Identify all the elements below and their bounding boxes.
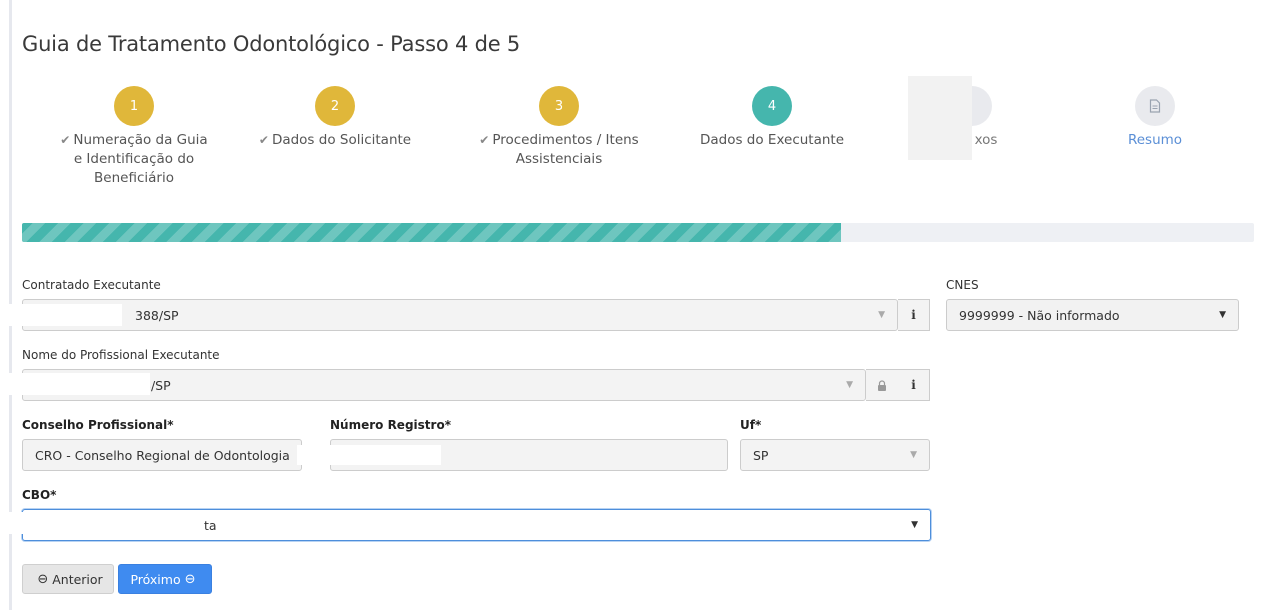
dropdown-arrow-icon: ▼ — [878, 310, 885, 320]
step-2-circle: 2 — [315, 86, 355, 126]
cbo-label: CBO* — [22, 488, 57, 502]
info-icon[interactable]: i — [898, 299, 930, 331]
check-icon: ✔ — [60, 133, 71, 147]
next-button-label: Próximo — [130, 571, 181, 587]
progress-bar — [22, 223, 1254, 242]
step-1-circle: 1 — [114, 86, 154, 126]
contratado-value: 388/SP — [135, 307, 179, 323]
step-3[interactable]: 3 ✔ Procedimentos / Itens Assistenciais — [459, 86, 659, 169]
step-5-label: xos — [974, 132, 998, 148]
redaction-block — [6, 373, 150, 395]
arrow-right-circle-icon: ⊖ — [184, 571, 196, 587]
registro-label: Número Registro* — [330, 418, 451, 432]
conselho-field: CRO - Conselho Regional de Odontologia — [22, 439, 302, 471]
check-icon: ✔ — [479, 133, 490, 147]
redaction-block — [0, 304, 122, 326]
dropdown-arrow-icon: ▼ — [910, 450, 917, 460]
dropdown-arrow-icon: ▼ — [1219, 310, 1226, 320]
uf-select: SP ▼ — [740, 439, 930, 471]
redaction-block — [8, 512, 202, 534]
contratado-select[interactable]: 388/SP ▼ — [22, 299, 898, 331]
contratado-label: Contratado Executante — [22, 278, 161, 292]
step-3-circle: 3 — [539, 86, 579, 126]
step-2[interactable]: 2 ✔ Dados do Solicitante — [235, 86, 435, 150]
cnes-value: 9999999 - Não informado — [959, 307, 1120, 323]
uf-label: Uf* — [740, 418, 762, 432]
dropdown-arrow-icon: ▼ — [911, 520, 918, 530]
step-4-circle: 4 — [752, 86, 792, 126]
conselho-value: CRO - Conselho Regional de Odontologia — [35, 447, 290, 463]
profissional-label: Nome do Profissional Executante — [22, 348, 220, 362]
step-1-label: Numeração da Guia e Identificação do Ben… — [73, 132, 208, 186]
page-title: Guia de Tratamento Odontológico - Passo … — [22, 32, 521, 56]
step-6-label: Resumo — [1127, 132, 1183, 148]
dropdown-arrow-icon: ▼ — [846, 380, 853, 390]
redaction-block — [297, 445, 441, 465]
lock-icon — [866, 369, 898, 401]
document-icon — [1149, 99, 1161, 113]
step-1[interactable]: 1 ✔ Numeração da Guia e Identificação do … — [34, 86, 234, 188]
info-icon[interactable]: i — [898, 369, 930, 401]
cnes-select[interactable]: 9999999 - Não informado ▼ — [946, 299, 1239, 331]
step-5[interactable]: xos — [872, 86, 1072, 150]
step-4[interactable]: 4 Dados do Executante — [672, 86, 872, 150]
next-button[interactable]: Próximo ⊖ — [118, 564, 212, 594]
uf-value: SP — [753, 447, 769, 463]
step-4-label: Dados do Executante — [699, 132, 845, 148]
check-icon: ✔ — [258, 133, 269, 147]
cnes-label: CNES — [946, 278, 979, 292]
step-2-label: Dados do Solicitante — [271, 132, 412, 148]
previous-button[interactable]: ⊖ Anterior — [22, 564, 114, 594]
step-3-label: Procedimentos / Itens Assistenciais — [492, 132, 639, 167]
previous-button-label: Anterior — [52, 571, 103, 587]
step-6[interactable]: Resumo — [1055, 86, 1255, 150]
progress-fill — [22, 223, 842, 242]
conselho-label: Conselho Profissional* — [22, 418, 174, 432]
redaction-block — [908, 76, 972, 160]
profissional-value: 8/SP — [143, 377, 171, 393]
arrow-left-circle-icon: ⊖ — [37, 571, 49, 587]
